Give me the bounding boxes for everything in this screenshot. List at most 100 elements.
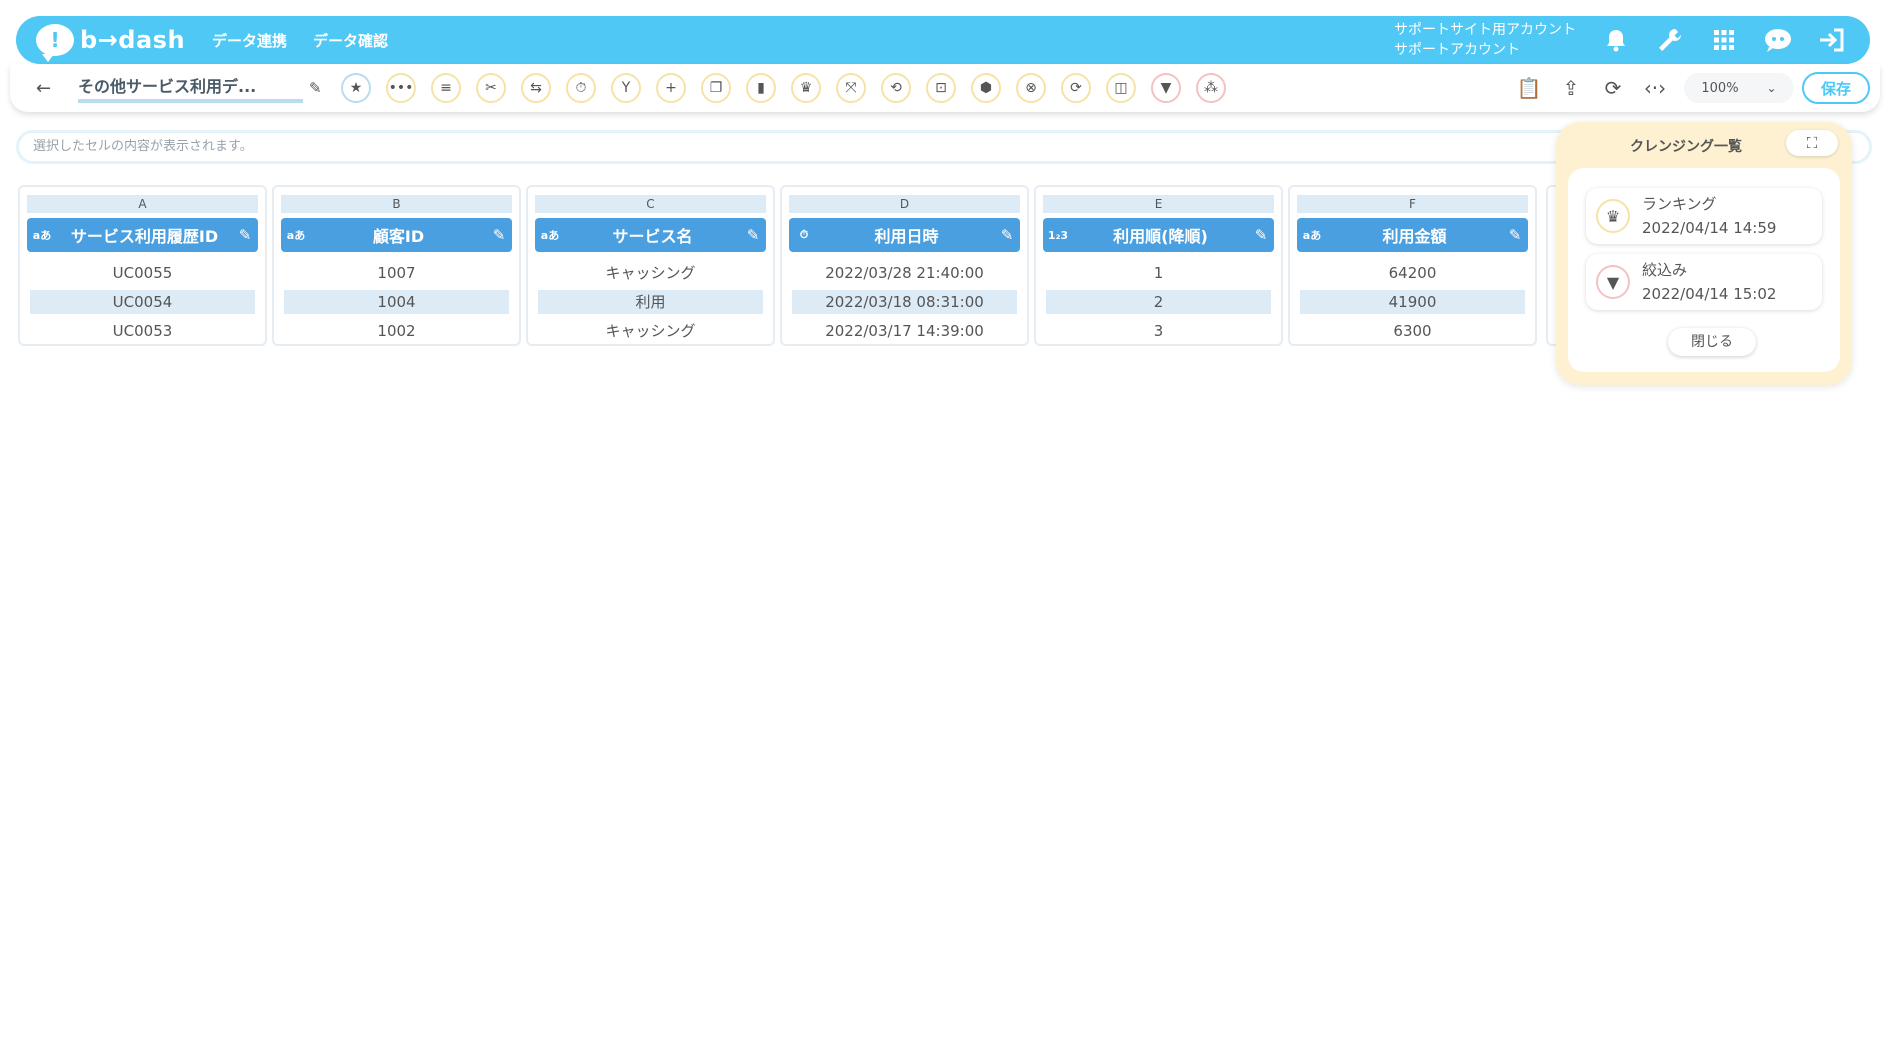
- crown-icon[interactable]: ♛: [791, 73, 821, 103]
- column-a[interactable]: Aaあ サービス利用履歴ID ✎ UC0055 UC0054 UC0053: [18, 185, 267, 346]
- table-cell[interactable]: UC0053: [30, 319, 255, 343]
- dots-icon[interactable]: •••: [386, 73, 416, 103]
- pencil-icon[interactable]: ✎: [232, 226, 258, 244]
- branch-icon[interactable]: Y: [611, 73, 641, 103]
- grid-icon[interactable]: [1708, 24, 1740, 56]
- clipboard-icon[interactable]: 📋: [1516, 76, 1542, 100]
- column-header[interactable]: aあ サービス名 ✎: [535, 218, 766, 252]
- table-cell[interactable]: 1002: [284, 319, 509, 343]
- scissors-icon[interactable]: ✂: [476, 73, 506, 103]
- data-type-icon[interactable]: 1₂3: [1043, 229, 1073, 242]
- table-cell[interactable]: 6300: [1300, 319, 1525, 343]
- column-b[interactable]: Baあ 顧客ID ✎ 1007 1004 1002: [272, 185, 521, 346]
- column-e[interactable]: E 1₂3 利用順(降順) ✎ 1 2 3: [1034, 185, 1283, 346]
- data-type-icon[interactable]: aあ: [281, 227, 311, 243]
- wrench-icon[interactable]: [1654, 24, 1686, 56]
- box-icon[interactable]: ⬢: [971, 73, 1001, 103]
- table-cell[interactable]: 1004: [284, 290, 509, 314]
- mascot-icon[interactable]: [1762, 24, 1794, 56]
- dedupe-icon[interactable]: ⁂: [1196, 73, 1226, 103]
- logo-text: b→dash: [80, 26, 186, 54]
- repeat-icon[interactable]: ⟲: [881, 73, 911, 103]
- code-icon[interactable]: ‹·›: [1642, 76, 1668, 100]
- table-cell[interactable]: 2022/03/28 21:40:00: [792, 261, 1017, 285]
- logo[interactable]: ! b→dash: [36, 24, 186, 62]
- pencil-icon[interactable]: ✎: [1502, 226, 1528, 244]
- column-header[interactable]: ⏱ 利用日時 ✎: [789, 218, 1020, 252]
- table-cell[interactable]: キャッシング: [538, 261, 763, 285]
- table-cell[interactable]: UC0054: [30, 290, 255, 314]
- expand-icon[interactable]: ⛶: [1786, 130, 1838, 156]
- column-name: サービス利用履歴ID: [70, 227, 219, 246]
- column-name: 利用順(降順): [1113, 227, 1208, 246]
- account-name: サポートサイト用アカウント: [1394, 22, 1576, 38]
- column-d[interactable]: D ⏱ 利用日時 ✎ 2022/03/28 21:40:00 2022/03/18 08:…: [780, 185, 1029, 346]
- logout-icon[interactable]: [1816, 24, 1848, 56]
- lock-icon[interactable]: ⊡: [926, 73, 956, 103]
- cleansing-item-filter[interactable]: ▼ 絞込み 2022/04/14 15:02: [1586, 254, 1822, 310]
- column-f[interactable]: Faあ 利用金額 ✎ 64200 41900 6300: [1288, 185, 1537, 346]
- column-letter[interactable]: C: [535, 195, 766, 213]
- table-cell[interactable]: キャッシング: [538, 319, 763, 343]
- data-type-icon[interactable]: ⏱: [789, 228, 819, 242]
- table-cell[interactable]: 2022/03/18 08:31:00: [792, 290, 1017, 314]
- cancel-icon[interactable]: ⊗: [1016, 73, 1046, 103]
- column-header[interactable]: 1₂3 利用順(降順) ✎: [1043, 218, 1274, 252]
- table-cell[interactable]: 2022/03/17 14:39:00: [792, 319, 1017, 343]
- zoom-select[interactable]: 100% ⌄: [1684, 73, 1794, 103]
- table-cell[interactable]: 3: [1046, 319, 1271, 343]
- back-button[interactable]: ←: [36, 78, 60, 99]
- collapse-icon[interactable]: ⤧: [836, 73, 866, 103]
- refresh-doc-icon[interactable]: ⟳: [1600, 76, 1626, 100]
- close-button[interactable]: 閉じる: [1668, 328, 1756, 356]
- cleansing-item-ranking[interactable]: ♛ ランキング 2022/04/14 14:59: [1586, 188, 1822, 244]
- edit-title-icon[interactable]: ✎: [309, 79, 331, 97]
- pencil-icon[interactable]: ✎: [486, 226, 512, 244]
- bell-icon[interactable]: [1600, 24, 1632, 56]
- trash-icon[interactable]: ▮: [746, 73, 776, 103]
- right-tool-buttons: 📋 ⇪ ⟳ ‹·›: [1516, 76, 1684, 100]
- column-letter[interactable]: B: [281, 195, 512, 213]
- plus-icon[interactable]: +: [656, 73, 686, 103]
- zoom-value: 100%: [1701, 80, 1739, 96]
- star-icon[interactable]: ★: [341, 73, 371, 103]
- filter-icon: ▼: [1596, 265, 1630, 299]
- merge-icon[interactable]: ⇆: [521, 73, 551, 103]
- share-icon[interactable]: ⇪: [1558, 76, 1584, 100]
- pencil-icon[interactable]: ✎: [740, 226, 766, 244]
- column-letter[interactable]: F: [1297, 195, 1528, 213]
- column-header[interactable]: aあ 顧客ID ✎: [281, 218, 512, 252]
- tool-buttons: ★ ••• ≡ ✂ ⇆ ⏱ Y + ❐ ▮ ♛ ⤧ ⟲ ⊡ ⬢ ⊗ ⟳ ◫ ▼ ⁂: [331, 73, 1226, 103]
- column-letter[interactable]: E: [1043, 195, 1274, 213]
- table-cell[interactable]: 2: [1046, 290, 1271, 314]
- column-name: 利用日時: [874, 227, 939, 246]
- table-cell[interactable]: UC0055: [30, 261, 255, 285]
- data-type-icon[interactable]: aあ: [535, 227, 565, 243]
- table-cell[interactable]: 41900: [1300, 290, 1525, 314]
- column-c[interactable]: Caあ サービス名 ✎ キャッシング 利用 キャッシング: [526, 185, 775, 346]
- timer-icon[interactable]: ⏱: [566, 73, 596, 103]
- column-header[interactable]: aあ 利用金額 ✎: [1297, 218, 1528, 252]
- pencil-icon[interactable]: ✎: [1248, 226, 1274, 244]
- recipe-title[interactable]: その他サービス利用デ...: [78, 73, 303, 103]
- table-cell[interactable]: 1: [1046, 261, 1271, 285]
- cleansing-item-time: 2022/04/14 15:02: [1642, 285, 1777, 303]
- nav-data-link[interactable]: データ連携: [212, 30, 287, 51]
- convert-icon[interactable]: ⟳: [1061, 73, 1091, 103]
- data-type-icon[interactable]: aあ: [1297, 227, 1327, 243]
- table-cell[interactable]: 利用: [538, 290, 763, 314]
- table-cell[interactable]: 64200: [1300, 261, 1525, 285]
- frame-icon[interactable]: ◫: [1106, 73, 1136, 103]
- column-header[interactable]: aあ サービス利用履歴ID ✎: [27, 218, 258, 252]
- list-icon[interactable]: ≡: [431, 73, 461, 103]
- data-type-icon[interactable]: aあ: [27, 227, 57, 243]
- save-button[interactable]: 保存: [1802, 72, 1870, 104]
- filter-icon[interactable]: ▼: [1151, 73, 1181, 103]
- pencil-icon[interactable]: ✎: [994, 226, 1020, 244]
- copy-icon[interactable]: ❐: [701, 73, 731, 103]
- column-letter[interactable]: D: [789, 195, 1020, 213]
- nav-data-check[interactable]: データ確認: [313, 30, 388, 51]
- account-info[interactable]: サポートサイト用アカウント サポートアカウント: [1394, 20, 1576, 60]
- column-letter[interactable]: A: [27, 195, 258, 213]
- table-cell[interactable]: 1007: [284, 261, 509, 285]
